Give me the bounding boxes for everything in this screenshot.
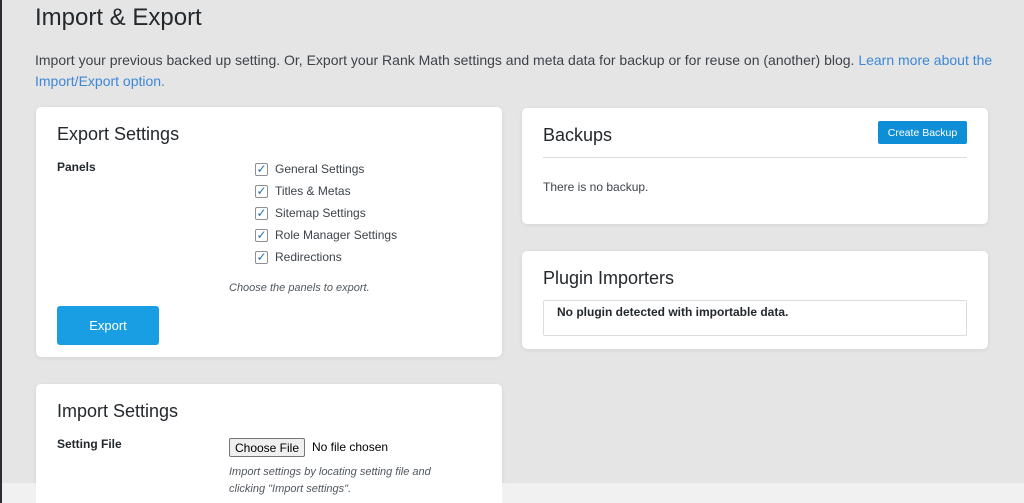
footer-band (502, 483, 1024, 503)
plugin-importers-card: Plugin Importers No plugin detected with… (522, 251, 988, 349)
checkbox-general-settings[interactable]: ✓ (255, 161, 268, 176)
panel-option-label: Redirections (275, 250, 342, 264)
checkbox-role-manager[interactable]: ✓ (255, 227, 268, 242)
panel-option-titles-metas[interactable]: ✓ Titles & Metas (255, 180, 397, 202)
check-icon: ✓ (256, 249, 267, 264)
page: Import & Export Import your previous bac… (0, 0, 1024, 503)
intro-text: Import your previous backed up setting. … (35, 52, 855, 68)
panel-option-sitemap-settings[interactable]: ✓ Sitemap Settings (255, 202, 397, 224)
panel-option-role-manager[interactable]: ✓ Role Manager Settings (255, 224, 397, 246)
backups-card: Backups Create Backup There is no backup… (522, 108, 988, 224)
page-intro: Import your previous backed up setting. … (35, 50, 995, 92)
no-file-chosen-text: No file chosen (312, 440, 389, 454)
check-icon: ✓ (256, 227, 267, 242)
checkbox-sitemap-settings[interactable]: ✓ (255, 205, 268, 220)
no-importers-message: No plugin detected with importable data. (557, 305, 789, 319)
panel-option-label: Sitemap Settings (275, 206, 366, 220)
panel-option-label: Titles & Metas (275, 184, 351, 198)
checkbox-redirections[interactable]: ✓ (255, 249, 268, 264)
setting-file-label: Setting File (57, 437, 122, 451)
checkbox-titles-metas[interactable]: ✓ (255, 183, 268, 198)
divider (543, 157, 967, 158)
no-backup-message: There is no backup. (543, 180, 649, 194)
panels-label: Panels (57, 160, 96, 174)
export-settings-card: Export Settings Panels ✓ General Setting… (36, 107, 502, 357)
panel-option-redirections[interactable]: ✓ Redirections (255, 246, 397, 268)
panel-option-general-settings[interactable]: ✓ General Settings (255, 158, 397, 180)
check-icon: ✓ (256, 205, 267, 220)
footer-band-left (2, 483, 36, 503)
export-hint: Choose the panels to export. (229, 282, 370, 294)
backups-title: Backups (543, 125, 613, 145)
import-settings-title: Import Settings (57, 401, 179, 421)
admin-sidebar-edge (0, 0, 2, 503)
export-panels-list: ✓ General Settings ✓ Titles & Metas ✓ Si… (255, 158, 397, 268)
choose-file-button[interactable]: Choose File (229, 438, 305, 457)
create-backup-button[interactable]: Create Backup (878, 121, 967, 144)
panel-option-label: General Settings (275, 162, 365, 176)
panel-option-label: Role Manager Settings (275, 228, 398, 242)
importers-list-box: No plugin detected with importable data. (543, 300, 967, 336)
check-icon: ✓ (256, 183, 267, 198)
check-icon: ✓ (256, 161, 267, 176)
export-button[interactable]: Export (57, 306, 159, 345)
import-settings-card: Import Settings Setting File Choose File… (36, 384, 502, 503)
import-hint: Import settings by locating setting file… (229, 466, 431, 495)
plugin-importers-title: Plugin Importers (543, 268, 675, 288)
page-title: Import & Export (35, 4, 202, 31)
export-settings-title: Export Settings (57, 124, 180, 144)
